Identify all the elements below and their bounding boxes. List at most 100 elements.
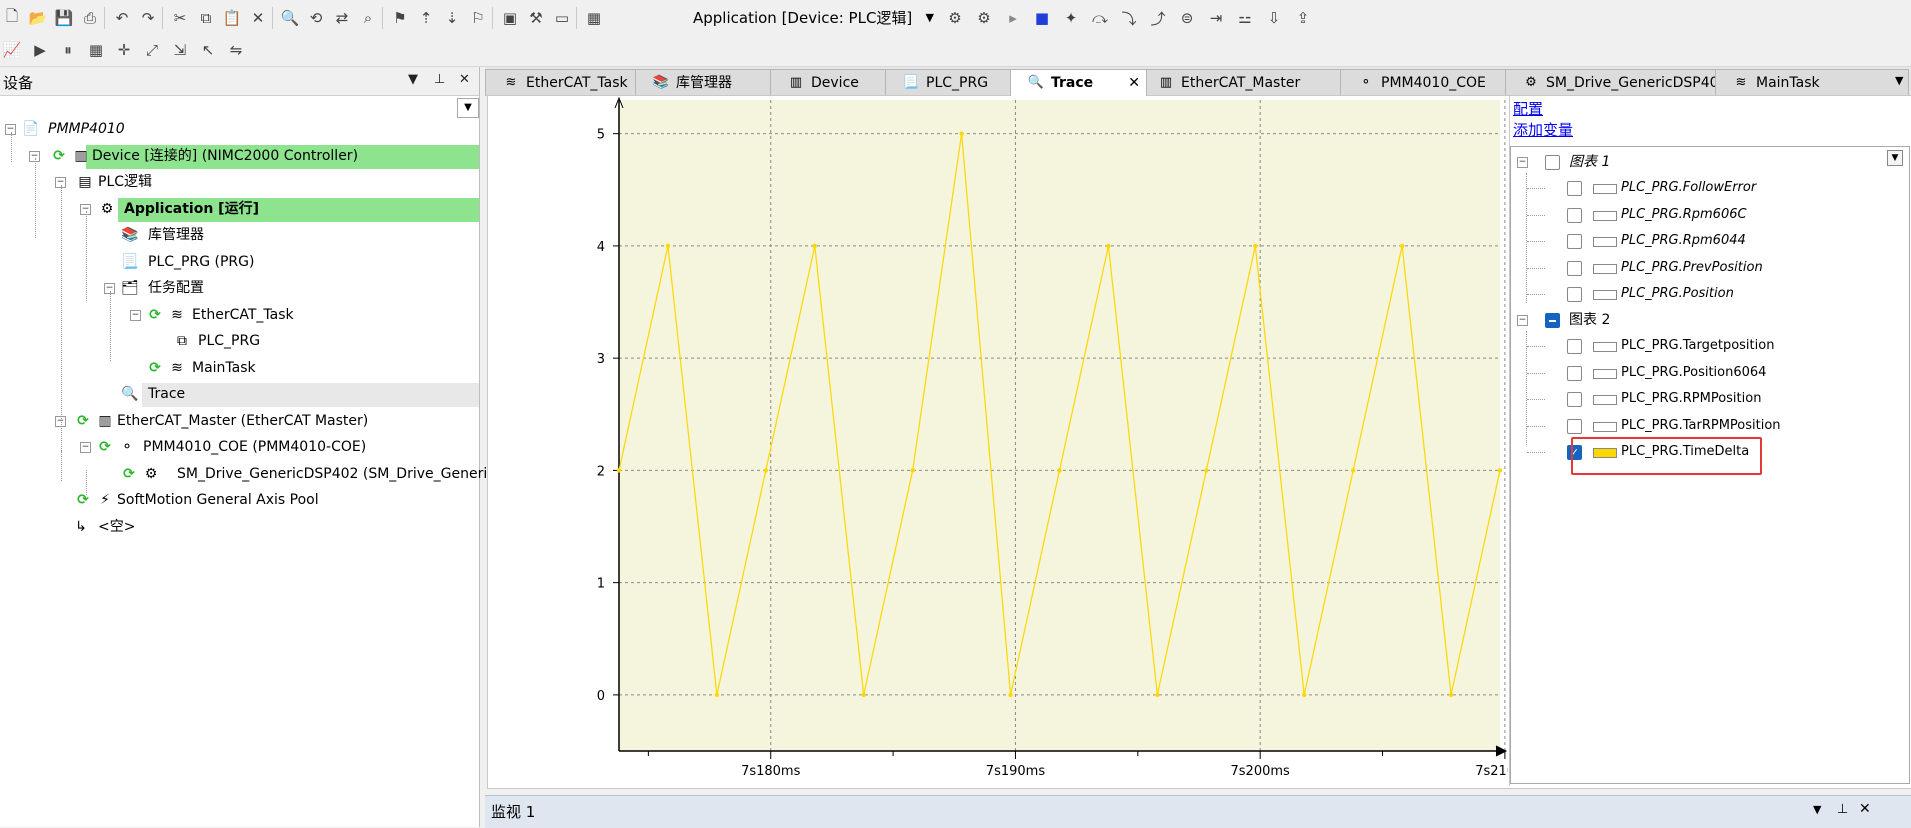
pin-icon[interactable]: ⊥ — [1837, 802, 1848, 817]
trace-variable[interactable]: PLC_PRG.Rpm606C — [1511, 204, 1909, 226]
step-out-icon[interactable]: ⤴ — [1148, 8, 1168, 28]
trace-variable[interactable]: PLC_PRG.TarRPMPosition — [1511, 415, 1909, 437]
editor-tab[interactable]: ⚙ SM_Drive_GenericDSP402 — [1505, 69, 1719, 96]
device-tree-item[interactable]: − 📄 PMMP4010 — [0, 118, 479, 140]
logout-icon[interactable]: ⚙ — [974, 8, 994, 28]
panel-menu-icon[interactable]: ▼ — [1813, 803, 1821, 816]
trace-variable[interactable]: PLC_PRG.Position6064 — [1511, 362, 1909, 384]
reset-view-icon[interactable]: ⇋ — [226, 40, 246, 60]
cursor-icon[interactable]: ✛ — [114, 40, 134, 60]
panel-menu-icon[interactable]: ▼ — [408, 72, 418, 87]
device-tree-item[interactable]: 📚 库管理器 — [0, 224, 479, 246]
device-tree-item[interactable]: ⟳ ≋ MainTask — [0, 357, 479, 379]
copy-icon[interactable]: ⧉ — [196, 8, 216, 28]
compress-icon[interactable]: ⇲ — [170, 40, 190, 60]
device-tree-item[interactable]: ↳ <空> — [0, 516, 479, 538]
device-tree-item[interactable]: − ⟳ ⚬ PMM4010_COE (PMM4010-COE) — [0, 436, 479, 458]
editor-tab[interactable]: 🔍 Trace ✕ — [1010, 69, 1147, 96]
collapse-toggle-icon[interactable]: − — [130, 309, 141, 321]
find-next-icon[interactable]: ⟲ — [306, 8, 326, 28]
device-tree-item[interactable]: ⧉ PLC_PRG — [0, 330, 479, 352]
trace-variable[interactable]: PLC_PRG.Rpm6044 — [1511, 230, 1909, 252]
editor-tab[interactable]: 📚 库管理器 — [635, 69, 773, 96]
print-icon[interactable]: ⎙ — [80, 8, 100, 28]
trace-variable[interactable]: PLC_PRG.FollowError — [1511, 177, 1909, 199]
variable-checkbox[interactable] — [1567, 234, 1582, 249]
add-variable-link[interactable]: 添加变量 — [1513, 119, 1573, 140]
window-icon[interactable]: ▭ — [552, 8, 572, 28]
force-icon[interactable]: ⇩ — [1264, 8, 1284, 28]
zoom-icon[interactable]: ⤢ — [142, 40, 162, 60]
run-to-cursor-icon[interactable]: ⇥ — [1206, 8, 1226, 28]
editor-tab[interactable]: ▥ Device — [770, 69, 888, 96]
select-icon[interactable]: ↖ — [198, 40, 218, 60]
variable-checkbox[interactable] — [1567, 207, 1582, 223]
variable-checkbox[interactable] — [1567, 287, 1582, 302]
reset-icon[interactable]: ✦ — [1061, 8, 1081, 28]
bookmark-next-icon[interactable]: ⇣ — [442, 8, 462, 28]
find-icon[interactable]: 🔍 — [280, 8, 300, 28]
cut-icon[interactable]: ✂ — [170, 8, 190, 28]
trace-variable[interactable]: PLC_PRG.PrevPosition — [1511, 257, 1909, 279]
close-tab-icon[interactable]: ✕ — [1128, 70, 1140, 96]
variable-checkbox[interactable] — [1567, 339, 1582, 354]
chevron-down-icon[interactable]: ▼ — [926, 6, 934, 30]
delete-icon[interactable]: ✕ — [248, 8, 268, 28]
active-application-combo[interactable]: Application [Device: PLC逻辑] ▼ — [693, 6, 938, 30]
browse-icon[interactable]: ▣ — [500, 8, 520, 28]
device-tree-item[interactable]: 📃 PLC_PRG (PRG) — [0, 251, 479, 273]
trace-variable[interactable]: PLC_PRG.Targetposition — [1511, 335, 1909, 357]
device-tree-item[interactable]: 🔍 Trace — [0, 383, 479, 407]
trace-start-icon[interactable]: ▶ — [30, 40, 50, 60]
editor-tab[interactable]: ≋ MainTask — [1715, 69, 1909, 96]
trace-variable[interactable]: PLC_PRG.Position — [1511, 283, 1909, 305]
chart-group[interactable]: − 图表 1 — [1511, 151, 1909, 173]
close-icon[interactable]: ✕ — [1859, 801, 1871, 817]
tab-list-chevron-down-icon[interactable]: ▼ — [1895, 74, 1903, 87]
trace-graph-icon[interactable]: 📈 — [2, 40, 22, 60]
collapse-toggle-icon[interactable]: − — [1517, 315, 1528, 326]
device-tree-item[interactable]: − 🗂 任务配置 — [0, 277, 479, 299]
variable-checkbox[interactable] — [1567, 260, 1582, 276]
undo-icon[interactable]: ↶ — [112, 8, 132, 28]
replace-icon[interactable]: ⇄ — [332, 8, 352, 28]
device-tree-item[interactable]: − ⟳ ≋ EtherCAT_Task — [0, 304, 479, 326]
device-tree-dropdown[interactable]: ▼ — [457, 98, 479, 118]
variable-checkbox[interactable] — [1567, 392, 1582, 407]
device-tree-item[interactable]: − ⟳ ▥ EtherCAT_Master (EtherCAT Master) — [0, 410, 479, 432]
trace-pause-icon[interactable]: ⏸ — [58, 40, 78, 60]
device-tree-item[interactable]: − ⟳ ▥ Device [连接的] (NIMC2000 Controller) — [0, 144, 479, 169]
collapse-toggle-icon[interactable]: − — [80, 442, 91, 453]
bookmark-icon[interactable]: ⚑ — [390, 8, 410, 28]
trace-grid-icon[interactable]: ▦ — [86, 40, 106, 60]
bookmark-clear-icon[interactable]: ⚐ — [468, 8, 488, 28]
device-tree-item[interactable]: − ▤ PLC逻辑 — [0, 171, 479, 193]
editor-tab[interactable]: ⚬ PMM4010_COE — [1340, 69, 1509, 96]
step-over-icon[interactable]: ⤼ — [1090, 8, 1110, 28]
chart-group[interactable]: − 图表 2 — [1511, 309, 1909, 331]
unforce-icon[interactable]: ⇪ — [1293, 8, 1313, 28]
trace-variable[interactable]: PLC_PRG.RPMPosition — [1511, 388, 1909, 410]
variable-checkbox[interactable] — [1567, 365, 1582, 381]
run-icon[interactable]: ▸ — [1003, 8, 1023, 28]
variable-checkbox[interactable] — [1567, 181, 1582, 196]
login-icon[interactable]: ⚙ — [945, 8, 965, 28]
variable-tree-chevron-down-icon[interactable]: ▼ — [1887, 150, 1903, 166]
variable-checkbox[interactable] — [1567, 418, 1582, 434]
write-values-icon[interactable]: ⚍ — [1235, 8, 1255, 28]
breakpoint-icon[interactable]: ⊜ — [1177, 8, 1197, 28]
tools-icon[interactable]: ⚒ — [526, 8, 546, 28]
chart-checkbox[interactable] — [1545, 313, 1560, 328]
trace-chart[interactable]: 0 1 2 3 4 5 7s180ms 7s190ms 7s200ms 7s210ms — [488, 96, 1508, 786]
editor-tab[interactable]: ≋ EtherCAT_Task — [485, 69, 639, 96]
paste-icon[interactable]: 📋 — [222, 8, 242, 28]
device-tree-item[interactable]: ⟳ ⚙ SM_Drive_GenericDSP402 (SM_Drive_Gener… — [0, 463, 532, 485]
config-link[interactable]: 配置 — [1513, 98, 1543, 119]
new-file-icon[interactable]: 🗋 — [2, 7, 22, 28]
pin-icon[interactable]: ⊥ — [434, 72, 445, 87]
chart-checkbox[interactable] — [1545, 155, 1560, 170]
device-tree-item[interactable]: − ⚙ Application [运行] — [0, 197, 479, 222]
redo-icon[interactable]: ↷ — [138, 8, 158, 28]
find-in-files-icon[interactable]: ⌕ — [358, 8, 378, 28]
close-icon[interactable]: ✕ — [459, 72, 470, 87]
